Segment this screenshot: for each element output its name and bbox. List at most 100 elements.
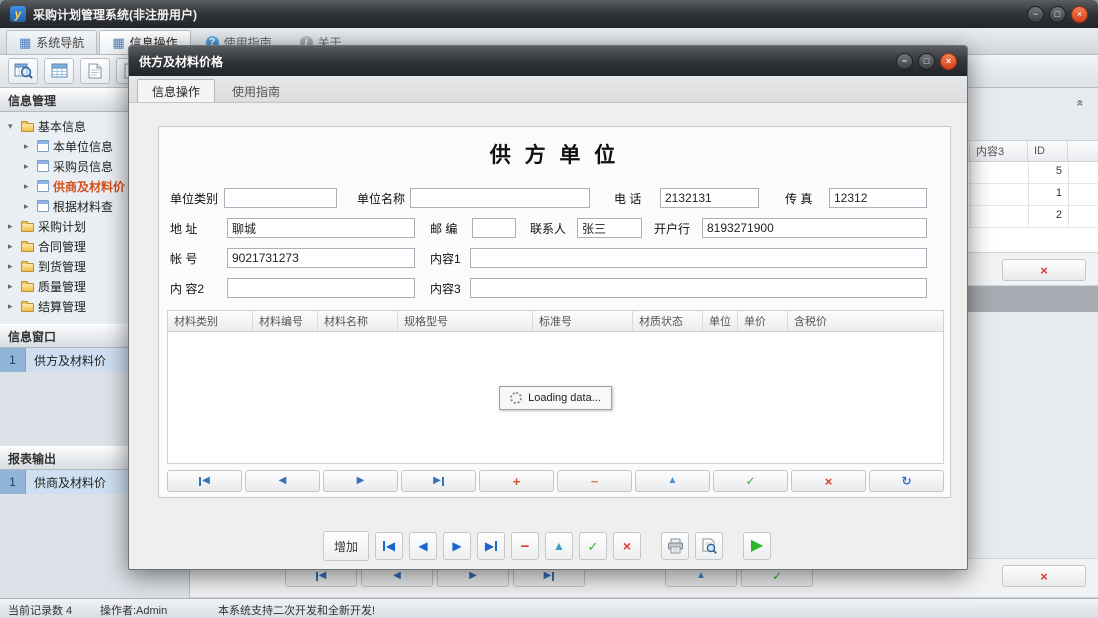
- dialog-maximize-button[interactable]: □: [918, 53, 935, 70]
- nav-delete-button[interactable]: −: [557, 470, 632, 492]
- contact-input[interactable]: [577, 218, 642, 238]
- search-button[interactable]: [8, 58, 38, 84]
- id-cell: 1: [1028, 187, 1062, 199]
- materials-grid-body: Loading data...: [167, 332, 944, 464]
- bank-input[interactable]: [702, 218, 927, 238]
- nav-first-button[interactable]: ◀: [167, 470, 242, 492]
- unit-type-input[interactable]: [224, 188, 337, 208]
- zip-input[interactable]: [472, 218, 516, 238]
- dialog-tab-user-guide[interactable]: 使用指南: [217, 79, 295, 102]
- up-triangle-icon: ▲: [668, 476, 678, 486]
- bg-cancel-button[interactable]: ×: [1002, 259, 1086, 281]
- phone-input[interactable]: [660, 188, 759, 208]
- account-input[interactable]: [227, 248, 415, 268]
- content1-label: 内容1: [430, 250, 470, 267]
- col-tax-price[interactable]: 含税价: [788, 311, 943, 331]
- document-icon: [88, 63, 102, 79]
- collapsed-arrow-icon[interactable]: ▸: [24, 202, 33, 211]
- nav-cancel-button[interactable]: ×: [791, 470, 866, 492]
- last-record-icon: ▶: [544, 571, 552, 581]
- bg-grid-header-id[interactable]: ID: [1028, 141, 1068, 161]
- folder-icon: [21, 283, 34, 292]
- document-button[interactable]: [80, 58, 110, 84]
- nav-refresh-button[interactable]: ↻: [869, 470, 944, 492]
- id-cell: 2: [1028, 209, 1062, 221]
- nav-save-button[interactable]: ✓: [713, 470, 788, 492]
- collapsed-arrow-icon[interactable]: ▸: [24, 142, 33, 151]
- print-preview-button[interactable]: [695, 532, 723, 560]
- content2-input[interactable]: [227, 278, 415, 298]
- col-unit[interactable]: 单位: [703, 311, 738, 331]
- toolbar-save-button[interactable]: ✓: [579, 532, 607, 560]
- sheet-icon: [37, 200, 49, 212]
- col-material-type[interactable]: 材料类别: [168, 311, 253, 331]
- collapse-panel-button[interactable]: «: [1070, 95, 1090, 111]
- bg-cancel-button-bottom[interactable]: ×: [1002, 565, 1086, 587]
- maximize-button[interactable]: □: [1049, 6, 1066, 23]
- plus-icon: +: [513, 475, 521, 488]
- expanded-arrow-icon[interactable]: ▾: [8, 122, 17, 131]
- toolbar-prev-button[interactable]: ◀: [409, 532, 437, 560]
- tab-system-nav[interactable]: ▦ 系统导航: [6, 30, 97, 54]
- account-label: 帐 号: [170, 250, 227, 267]
- main-titlebar: y 采购计划管理系统(非注册用户) − □ ×: [0, 0, 1098, 28]
- address-input[interactable]: [227, 218, 415, 238]
- toolbar-next-button[interactable]: ▶: [443, 532, 471, 560]
- row-number: 1: [0, 348, 26, 372]
- collapsed-arrow-icon[interactable]: ▸: [8, 242, 17, 251]
- next-record-icon: ▶: [452, 540, 461, 552]
- close-button[interactable]: ×: [1071, 6, 1088, 23]
- phone-label: 电 话: [614, 190, 660, 207]
- nav-next-button[interactable]: ▶: [323, 470, 398, 492]
- dialog-close-button[interactable]: ×: [940, 53, 957, 70]
- form-row-2: 地 址 邮 编 联系人 开户行: [170, 218, 936, 238]
- col-unit-price[interactable]: 单价: [738, 311, 788, 331]
- fax-input[interactable]: [829, 188, 927, 208]
- toolbar-first-button[interactable]: ◀: [375, 532, 403, 560]
- col-material-no[interactable]: 材料编号: [253, 311, 318, 331]
- nav-edit-button[interactable]: ▲: [635, 470, 710, 492]
- toolbar-delete-button[interactable]: −: [511, 532, 539, 560]
- toolbar-last-button[interactable]: ▶: [477, 532, 505, 560]
- grid-icon: ▦: [19, 36, 31, 49]
- content1-input[interactable]: [470, 248, 927, 268]
- print-button[interactable]: [661, 532, 689, 560]
- folder-icon: [21, 243, 34, 252]
- check-icon: ✓: [588, 540, 599, 553]
- nav-add-button[interactable]: +: [479, 470, 554, 492]
- section-label: 信息窗口: [8, 328, 56, 345]
- first-record-icon: ◀: [202, 476, 210, 486]
- dialog-tab-info-operation[interactable]: 信息操作: [137, 79, 215, 102]
- tree-item-label: 采购计划: [38, 218, 86, 235]
- toolbar-edit-button[interactable]: ▲: [545, 532, 573, 560]
- nav-last-button[interactable]: ▶: [401, 470, 476, 492]
- section-label: 报表输出: [8, 450, 56, 467]
- sheet-icon: [37, 140, 49, 152]
- run-button[interactable]: ▶: [743, 532, 771, 560]
- table-view-button[interactable]: [44, 58, 74, 84]
- collapsed-arrow-icon[interactable]: ▸: [8, 222, 17, 231]
- col-standard-no[interactable]: 标准号: [533, 311, 633, 331]
- content3-input[interactable]: [470, 278, 927, 298]
- col-material-name[interactable]: 材料名称: [318, 311, 398, 331]
- dialog-minimize-button[interactable]: −: [896, 53, 913, 70]
- sheet-icon: [37, 180, 49, 192]
- collapsed-arrow-icon[interactable]: ▸: [8, 282, 17, 291]
- collapsed-arrow-icon[interactable]: ▸: [8, 302, 17, 311]
- zip-label: 邮 编: [430, 220, 472, 237]
- collapsed-arrow-icon[interactable]: ▸: [8, 262, 17, 271]
- id-cell: 5: [1028, 165, 1062, 177]
- toolbar-cancel-button[interactable]: ×: [613, 532, 641, 560]
- collapsed-arrow-icon[interactable]: ▸: [24, 182, 33, 191]
- up-triangle-icon: ▲: [553, 540, 565, 552]
- collapsed-arrow-icon[interactable]: ▸: [24, 162, 33, 171]
- tree-item-label: 采购员信息: [53, 158, 113, 175]
- col-material-state[interactable]: 材质状态: [633, 311, 703, 331]
- add-record-button[interactable]: 增加: [323, 531, 369, 561]
- bg-grid-header-content3[interactable]: 内容3: [970, 141, 1028, 161]
- unit-name-input[interactable]: [410, 188, 590, 208]
- col-spec-model[interactable]: 规格型号: [398, 311, 533, 331]
- add-label: 增加: [334, 538, 358, 555]
- nav-prev-button[interactable]: ◀: [245, 470, 320, 492]
- minimize-button[interactable]: −: [1027, 6, 1044, 23]
